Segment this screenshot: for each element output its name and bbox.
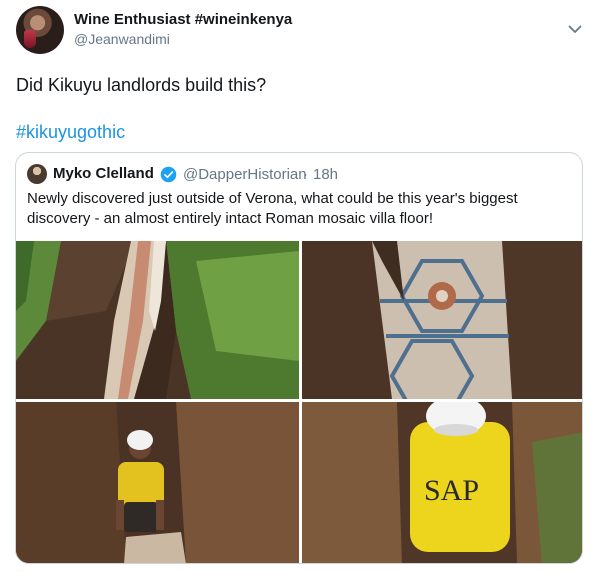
quoted-tweet-text: Newly discovered just outside of Verona,… (27, 190, 518, 227)
user-handle[interactable]: @Jeanwandimi (74, 31, 170, 47)
photo-trench-with-mosaic-strip[interactable] (16, 241, 299, 399)
photo-mosaic-closeup[interactable] (302, 241, 582, 399)
quoted-user-display-name: Myko Clelland (53, 165, 154, 182)
verified-badge-icon (160, 166, 177, 183)
quoted-tweet-time: 18h (313, 166, 339, 183)
chevron-down-icon[interactable] (566, 20, 584, 38)
hashtag-link[interactable]: #kikuyugothic (16, 122, 125, 143)
wine-glass-graphic (24, 30, 36, 48)
user-display-name[interactable]: Wine Enthusiast #wineinkenya (74, 11, 292, 28)
quoted-user-handle: @DapperHistorian (183, 166, 307, 183)
quoted-tweet-card[interactable]: Myko Clelland @DapperHistorian · 18h New… (15, 152, 583, 564)
tweet-text: Did Kikuyu landlords build this? (16, 75, 267, 95)
photo-worker-sap-shirt[interactable]: SAP (302, 402, 582, 563)
sap-shirt-text: SAP (424, 474, 479, 507)
quoted-user-avatar (27, 164, 47, 184)
photo-worker-in-trench[interactable] (16, 402, 299, 563)
meta-separator: · (303, 166, 308, 183)
user-avatar[interactable] (16, 6, 64, 54)
